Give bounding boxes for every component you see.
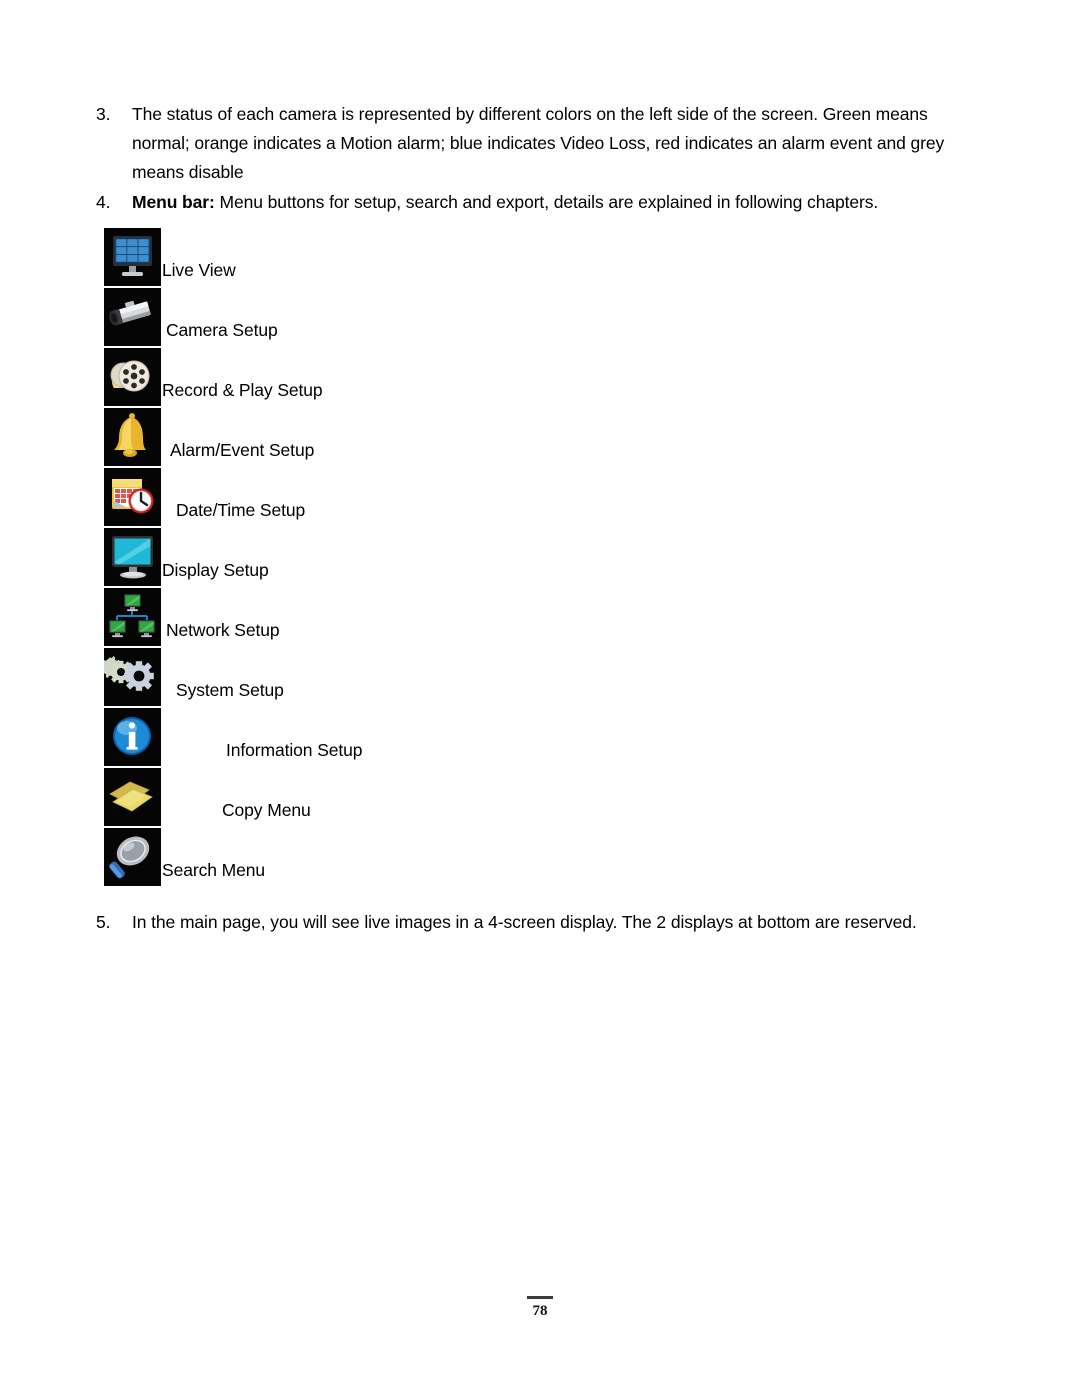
menu-row-network-setup: Network Setup — [104, 588, 964, 648]
copy-sheets-icon — [104, 768, 161, 826]
menu-row-display-setup: Display Setup — [104, 528, 964, 588]
menu-row-live-view: Live View — [104, 228, 964, 288]
footer-rule — [527, 1296, 553, 1299]
numbered-paragraph-list: 3. The status of each camera is represen… — [96, 100, 956, 217]
menu-bar-description: Menu buttons for setup, search and expor… — [214, 192, 879, 212]
box-camera-icon — [104, 288, 161, 346]
menu-row-copy-menu: Copy Menu — [104, 768, 964, 828]
menu-row-camera-setup: Camera Setup — [104, 288, 964, 348]
numbered-paragraph-4: 4. Menu bar: Menu buttons for setup, sea… — [96, 188, 956, 217]
bell-icon — [104, 408, 161, 466]
menu-label: Copy Menu — [222, 800, 311, 820]
gears-icon — [104, 648, 161, 706]
menu-label: System Setup — [176, 680, 284, 700]
list-number: 4. — [96, 192, 111, 212]
list-text: In the main page, you will see live imag… — [132, 912, 917, 932]
menu-label: Search Menu — [162, 860, 265, 880]
info-circle-icon — [104, 708, 161, 766]
menu-label: Record & Play Setup — [162, 380, 323, 400]
film-reel-icon — [104, 348, 161, 406]
calendar-clock-icon — [104, 468, 161, 526]
list-text: Menu bar: Menu buttons for setup, search… — [132, 188, 956, 217]
menu-label: Information Setup — [226, 740, 363, 760]
page-footer: 78 — [0, 1296, 1080, 1320]
menu-row-search-menu: Search Menu — [104, 828, 964, 888]
menu-row-record-play-setup: Record & Play Setup — [104, 348, 964, 408]
menu-label: Display Setup — [162, 560, 269, 580]
menu-row-alarm-event-setup: Alarm/Event Setup — [104, 408, 964, 468]
menu-bar-icon-list: Live View Camera Setup Record & Play Set… — [104, 228, 964, 888]
menu-label: Alarm/Event Setup — [170, 440, 315, 460]
numbered-paragraph-5: 5. In the main page, you will see live i… — [96, 908, 996, 937]
menu-row-system-setup: System Setup — [104, 648, 964, 708]
menu-label: Camera Setup — [166, 320, 278, 340]
list-number: 5. — [96, 912, 111, 932]
page-number: 78 — [532, 1303, 548, 1319]
monitor-icon — [104, 528, 161, 586]
network-monitors-icon — [104, 588, 161, 646]
menu-label: Network Setup — [166, 620, 280, 640]
menu-label: Live View — [162, 260, 236, 280]
menu-bar-lead-in: Menu bar: — [132, 192, 215, 212]
menu-label: Date/Time Setup — [176, 500, 306, 520]
document-page: 3. The status of each camera is represen… — [0, 0, 1080, 1397]
list-number: 3. — [96, 104, 111, 124]
numbered-paragraph-3: 3. The status of each camera is represen… — [96, 100, 956, 187]
magnifier-icon — [104, 828, 161, 886]
live-view-monitor-grid-icon — [104, 228, 161, 286]
menu-row-information-setup: Information Setup — [104, 708, 964, 768]
list-text: The status of each camera is represented… — [132, 104, 945, 182]
menu-row-date-time-setup: Date/Time Setup — [104, 468, 964, 528]
